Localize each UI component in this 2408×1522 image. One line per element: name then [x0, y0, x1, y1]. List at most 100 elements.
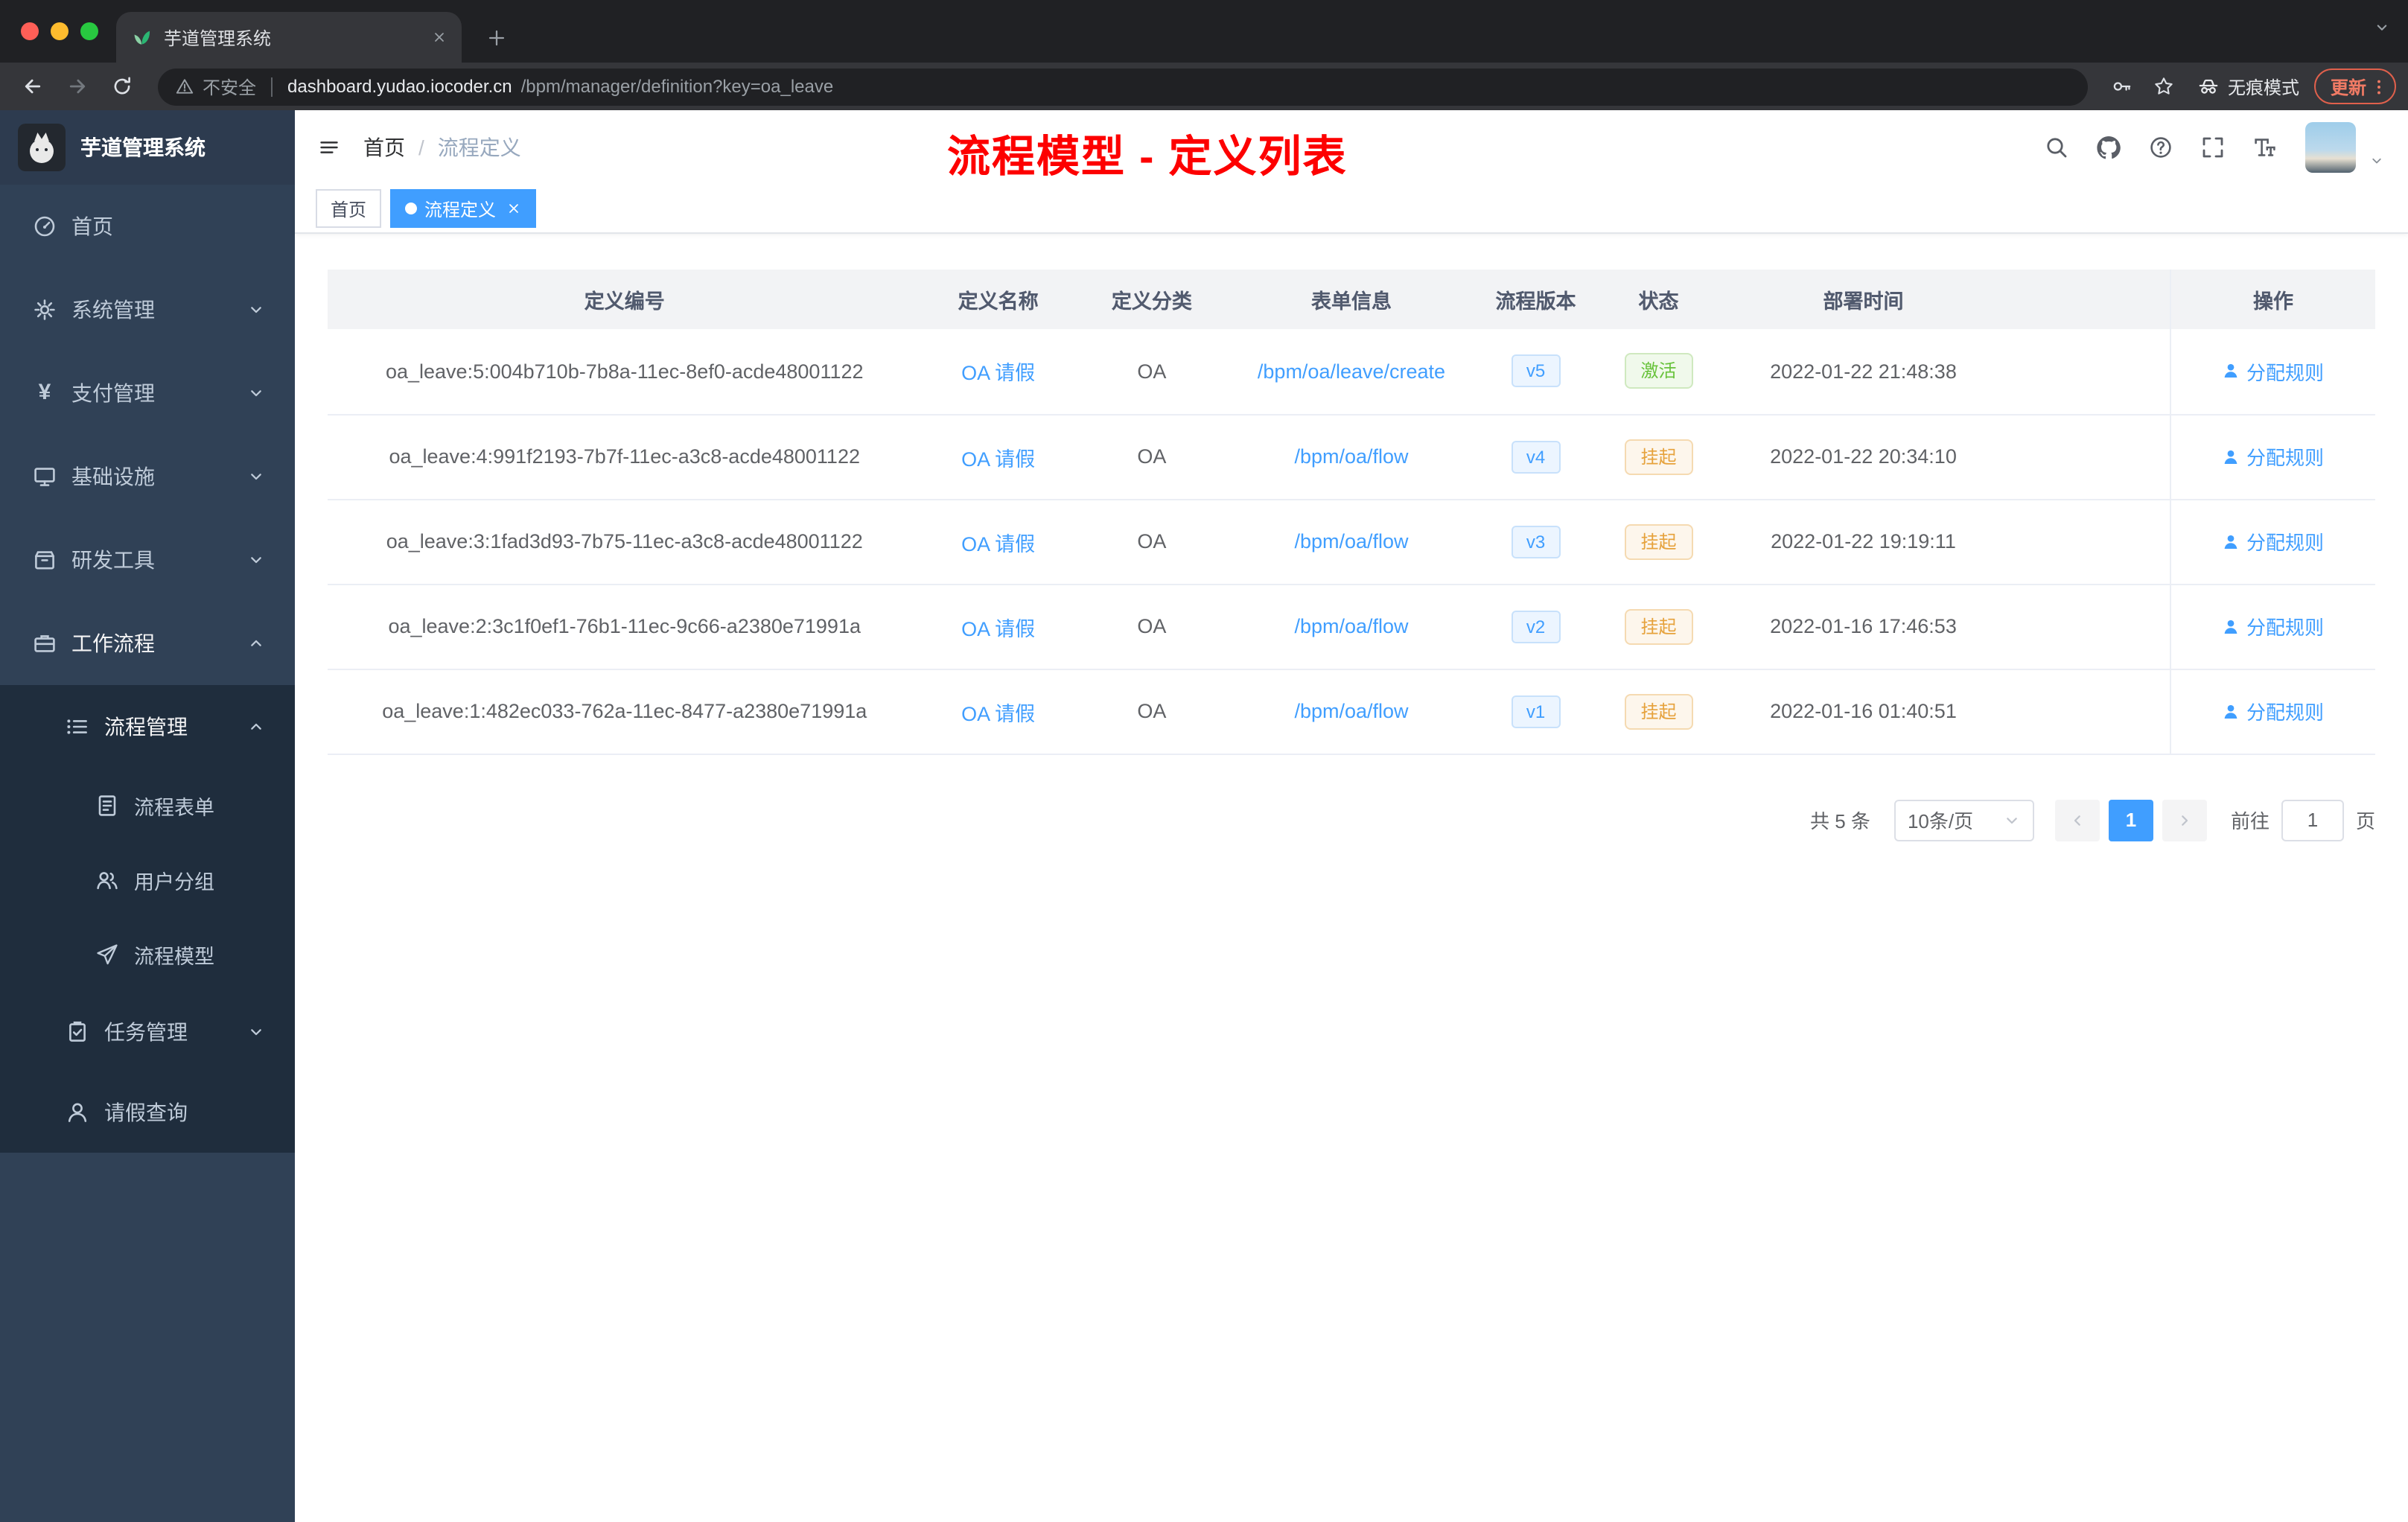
sidebar-item-leave-query[interactable]: 请假查询 [0, 1072, 295, 1153]
status-badge: 挂起 [1624, 523, 1693, 559]
forward-button[interactable] [57, 67, 98, 106]
sidebar-item-process-model[interactable]: 流程模型 [0, 917, 295, 992]
next-page-button[interactable] [2162, 799, 2207, 841]
sidebar-item-infrastructure[interactable]: 基础设施 [0, 435, 295, 518]
password-key-icon[interactable] [2103, 67, 2141, 106]
sidebar-item-workflow[interactable]: 工作流程 [0, 602, 295, 685]
definition-category: OA [1137, 530, 1167, 553]
bookmark-star-icon[interactable] [2144, 67, 2183, 106]
definition-category: OA [1137, 700, 1167, 722]
definition-name-link[interactable]: OA 请假 [961, 448, 1035, 470]
column-header: 状态 [1638, 290, 1679, 313]
person-icon [2223, 363, 2240, 380]
sidebar-menu: 首页 系统管理 ¥ 支付管理 基础设施 研发工具 工作流程 流程管理 流程表单 … [0, 185, 295, 1153]
menu-dots-icon[interactable] [2369, 77, 2389, 96]
sidebar-toggle-icon[interactable] [319, 137, 340, 158]
reload-button[interactable] [101, 67, 143, 106]
sidebar-item-process-form[interactable]: 流程表单 [0, 768, 295, 843]
omnibox-divider [271, 77, 273, 96]
back-button[interactable] [12, 67, 54, 106]
user-avatar[interactable] [2305, 122, 2356, 173]
assign-rule-label: 分配规则 [2246, 532, 2324, 554]
monitor-icon [33, 465, 57, 488]
table-row: oa_leave:3:1fad3d93-7b75-11ec-a3c8-acde4… [328, 499, 2375, 585]
column-header: 定义编号 [584, 290, 665, 313]
sidebar-item-process-mgmt[interactable]: 流程管理 [0, 685, 295, 768]
avatar-caret-icon[interactable] [2369, 153, 2384, 168]
tag-home[interactable]: 首页 [316, 189, 382, 228]
github-icon[interactable] [2097, 136, 2121, 159]
sidebar-item-label: 任务管理 [104, 1020, 188, 1044]
definition-name-link[interactable]: OA 请假 [961, 702, 1035, 725]
search-icon[interactable] [2045, 136, 2068, 159]
definition-name-link[interactable]: OA 请假 [961, 617, 1035, 640]
sidebar-item-dev-tools[interactable]: 研发工具 [0, 518, 295, 602]
users-icon [95, 868, 119, 892]
goto-label: 前往 [2230, 810, 2270, 832]
sidebar-item-user-group[interactable]: 用户分组 [0, 843, 295, 917]
warning-icon [176, 77, 194, 95]
table-header-row: 定义编号 定义名称 定义分类 表单信息 流程版本 状态 部署时间 操作 [328, 270, 2375, 329]
goto-page-input[interactable] [2281, 799, 2344, 841]
sidebar-item-label: 研发工具 [71, 548, 155, 572]
close-window-button[interactable] [21, 22, 39, 40]
logo-avatar [18, 124, 66, 171]
definition-name-link[interactable]: OA 请假 [961, 363, 1035, 385]
form-link[interactable]: /bpm/oa/leave/create [1258, 360, 1445, 383]
assign-rule-link[interactable]: 分配规则 [2223, 612, 2324, 640]
tag-process-definition[interactable]: 流程定义 [390, 189, 537, 228]
definition-category: OA [1137, 360, 1167, 383]
browser-tab[interactable]: 芋道管理系统 [116, 12, 462, 63]
form-link[interactable]: /bpm/oa/flow [1294, 530, 1408, 553]
favicon-leaf-icon [131, 27, 152, 48]
form-link[interactable]: /bpm/oa/flow [1294, 615, 1408, 637]
prev-page-button[interactable] [2054, 799, 2100, 841]
active-dot [405, 203, 418, 214]
pagination-total: 共 5 条 [1810, 810, 1870, 832]
tab-close-icon[interactable] [432, 30, 447, 45]
url-host: dashboard.yudao.iocoder.cn [287, 76, 512, 97]
tab-overflow-chevron-icon[interactable] [2374, 19, 2390, 36]
help-icon[interactable] [2149, 136, 2173, 159]
chevron-right-icon [2176, 811, 2194, 829]
sidebar-item-label: 支付管理 [71, 381, 155, 405]
sidebar-item-label: 用户分组 [134, 871, 214, 894]
sidebar-item-task-mgmt[interactable]: 任务管理 [0, 992, 295, 1072]
briefcase-icon [33, 631, 57, 655]
tab-title: 芋道管理系统 [164, 28, 272, 48]
version-badge: v4 [1511, 440, 1561, 473]
security-label[interactable]: 不安全 [203, 74, 256, 99]
page-size-select[interactable]: 10条/页 [1893, 799, 2034, 841]
new-tab-button[interactable] [477, 18, 515, 57]
list-icon [66, 715, 89, 739]
assign-rule-link[interactable]: 分配规则 [2223, 527, 2324, 555]
tab-strip: 芋道管理系统 [0, 0, 2408, 63]
assign-rule-link[interactable]: 分配规则 [2223, 697, 2324, 725]
sidebar-item-payment-mgmt[interactable]: ¥ 支付管理 [0, 351, 295, 435]
url-path: /bpm/manager/definition?key=oa_leave [520, 76, 834, 97]
browser-update-button[interactable]: 更新 [2313, 69, 2396, 104]
minimize-window-button[interactable] [51, 22, 69, 40]
workflow-submenu: 流程管理 流程表单 用户分组 流程模型 任务管理 请假查询 [0, 685, 295, 1153]
address-bar[interactable]: 不安全 dashboard.yudao.iocoder.cn/bpm/manag… [158, 68, 2088, 105]
form-link[interactable]: /bpm/oa/flow [1294, 700, 1408, 722]
tag-close-icon[interactable] [506, 201, 521, 216]
fullscreen-icon[interactable] [2201, 136, 2225, 159]
tags-view: 首页 流程定义 [295, 185, 2408, 234]
sidebar-item-system-mgmt[interactable]: 系统管理 [0, 268, 295, 351]
assign-rule-link[interactable]: 分配规则 [2223, 442, 2324, 471]
zoom-window-button[interactable] [80, 22, 98, 40]
table-row: oa_leave:5:004b710b-7b8a-11ec-8ef0-acde4… [328, 329, 2375, 415]
definition-name-link[interactable]: OA 请假 [961, 532, 1035, 555]
breadcrumb: 首页 / 流程定义 [363, 133, 521, 162]
sidebar-item-label: 系统管理 [71, 298, 155, 322]
column-header: 流程版本 [1495, 290, 1576, 313]
page-button-1[interactable]: 1 [2108, 799, 2153, 841]
sidebar-item-home[interactable]: 首页 [0, 185, 295, 268]
deploy-time: 2022-01-16 01:40:51 [1770, 700, 1957, 722]
form-link[interactable]: /bpm/oa/flow [1294, 445, 1408, 468]
breadcrumb-home[interactable]: 首页 [363, 133, 405, 162]
font-size-icon[interactable] [2253, 136, 2277, 159]
assign-rule-link[interactable]: 分配规则 [2223, 357, 2324, 386]
app-logo: 芋道管理系统 [0, 110, 295, 185]
